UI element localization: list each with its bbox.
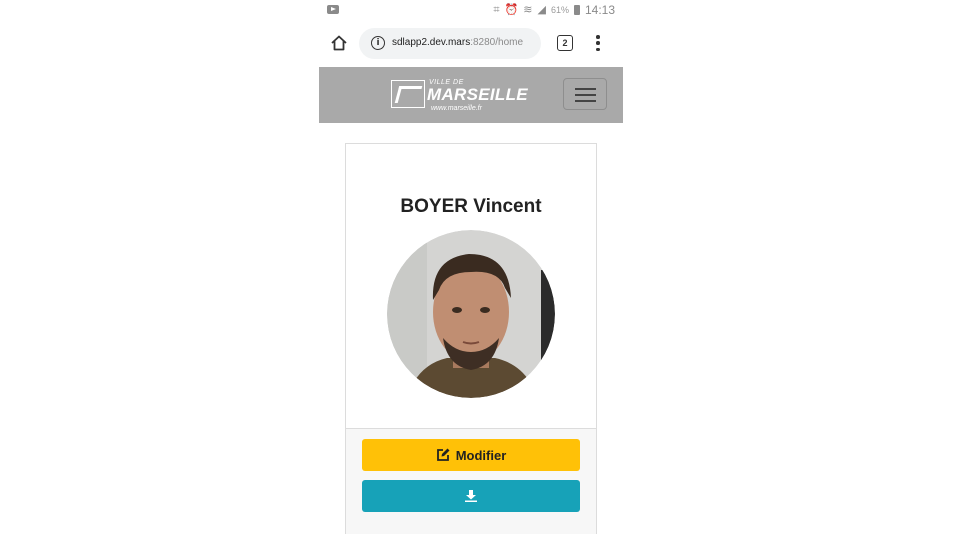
status-icons: ⌗ ⏰ ≋ ◢ 61% 14:13 xyxy=(493,3,615,17)
url-text[interactable]: sdlapp2.dev.mars:8280/home xyxy=(392,37,523,48)
signal-icon: ◢ xyxy=(537,4,546,16)
modify-button[interactable]: Modifier xyxy=(362,439,580,471)
wifi-icon: ≋ xyxy=(523,4,533,16)
nfc-icon: ⌗ xyxy=(493,4,500,16)
home-icon[interactable] xyxy=(330,34,348,52)
download-icon xyxy=(465,490,477,502)
status-bar: ⌗ ⏰ ≋ ◢ 61% 14:13 xyxy=(319,0,623,22)
marseille-logo[interactable]: VILLE DE MARSEILLE www.marseille.fr xyxy=(391,77,528,113)
modify-button-label: Modifier xyxy=(455,447,507,463)
battery-percent: 61% xyxy=(550,5,569,15)
battery-icon xyxy=(573,5,580,15)
profile-name: BOYER Vincent xyxy=(400,196,542,217)
logo-emblem-icon xyxy=(391,80,425,108)
phone-screen: ⌗ ⏰ ≋ ◢ 61% 14:13 i sdlapp2.dev.mars:828… xyxy=(319,0,623,540)
youtube-notification-icon xyxy=(327,5,339,14)
more-vert-icon[interactable] xyxy=(596,35,600,51)
profile-card: BOYER Vincent Modifier xyxy=(345,143,597,534)
download-button[interactable] xyxy=(362,480,580,512)
tab-switcher-button[interactable]: 2 xyxy=(557,35,573,51)
browser-toolbar: i sdlapp2.dev.mars:8280/home 2 xyxy=(319,22,623,66)
profile-photo xyxy=(387,230,555,398)
card-footer: Modifier xyxy=(346,428,596,534)
url-path: :8280/home xyxy=(470,37,524,48)
hamburger-menu-icon[interactable] xyxy=(563,78,607,110)
status-clock: 14:13 xyxy=(584,3,615,17)
alarm-icon: ⏰ xyxy=(504,4,519,16)
info-icon[interactable]: i xyxy=(371,36,385,50)
logo-name-text: MARSEILLE xyxy=(427,85,528,104)
site-header: VILLE DE MARSEILLE www.marseille.fr xyxy=(319,67,623,123)
logo-url-text: www.marseille.fr xyxy=(431,105,482,112)
address-bar[interactable]: i sdlapp2.dev.mars:8280/home xyxy=(359,28,541,59)
url-host: sdlapp2.dev.mars xyxy=(392,37,471,48)
edit-icon xyxy=(436,448,450,461)
